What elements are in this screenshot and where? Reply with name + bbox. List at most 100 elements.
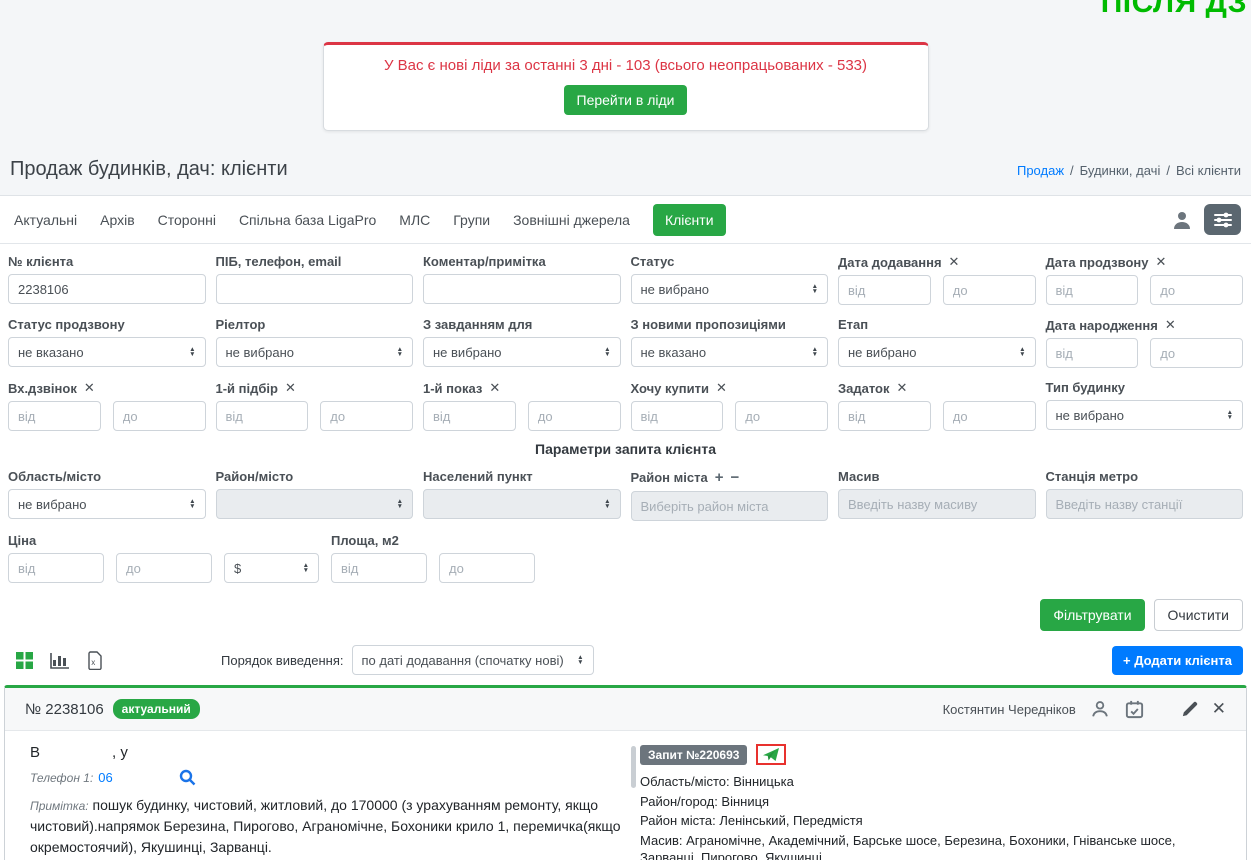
- incoming-call-from-input[interactable]: [8, 401, 101, 431]
- add-city-district-icon[interactable]: +: [715, 469, 724, 486]
- new-offers-select[interactable]: не вказано ▲ ▼: [630, 337, 828, 367]
- birth-date-from-input[interactable]: [1045, 338, 1139, 368]
- close-client-icon[interactable]: ✕: [1212, 699, 1226, 719]
- house-type-select[interactable]: не вибрано ▲ ▼: [1045, 400, 1243, 430]
- edit-client-icon[interactable]: [1180, 700, 1199, 719]
- telegram-send-icon[interactable]: [756, 744, 787, 765]
- agent-profile-icon[interactable]: [1089, 698, 1111, 720]
- clear-deposit-icon[interactable]: ✕: [897, 380, 908, 396]
- birth-date-to-input[interactable]: [1150, 338, 1243, 368]
- field-currency: $ ▲ ▼: [224, 553, 319, 583]
- breadcrumb-item-vsi-klienty: Всі клієнти: [1175, 163, 1241, 178]
- remove-city-district-icon[interactable]: −: [730, 469, 739, 486]
- price-label: Ціна: [8, 533, 37, 548]
- realtor-label: Ріелтор: [215, 317, 266, 332]
- first-showing-to-input[interactable]: [527, 401, 621, 431]
- client-info-column: В, у Телефон 1: 06 Примітка: пошук будин…: [30, 744, 636, 860]
- comment-input[interactable]: [423, 274, 621, 304]
- field-metro: Станція метро: [1045, 467, 1243, 521]
- first-showing-from-input[interactable]: [423, 401, 516, 431]
- field-birth-date: Дата народження ✕: [1045, 315, 1243, 368]
- area-label: Площа, м2: [331, 533, 399, 548]
- tab-bar: Актуальні Архів Сторонні Спільна база Li…: [0, 196, 1251, 244]
- clear-first-showing-icon[interactable]: ✕: [489, 380, 500, 396]
- tab-zovnishni-dzherela[interactable]: Зовнішні джерела: [513, 212, 630, 228]
- add-client-button[interactable]: + Додати клієнта: [1111, 645, 1243, 675]
- deposit-from-input[interactable]: [838, 401, 931, 431]
- clear-filters-button[interactable]: Очистити: [1153, 599, 1243, 631]
- region-city-label: Область/місто: [8, 469, 102, 484]
- clear-incoming-call-icon[interactable]: ✕: [84, 380, 95, 396]
- date-call-from-input[interactable]: [1045, 275, 1139, 305]
- tab-grupy[interactable]: Групи: [453, 212, 490, 228]
- field-comment: Коментар/примітка: [423, 252, 621, 305]
- want-buy-label: Хочу купити: [630, 380, 709, 396]
- task-for-select[interactable]: не вибрано ▲ ▼: [423, 337, 621, 367]
- chart-view-icon[interactable]: [50, 652, 70, 669]
- client-no-input[interactable]: [8, 274, 206, 304]
- clear-first-selection-icon[interactable]: ✕: [285, 380, 296, 396]
- field-date-call: Дата продзвону ✕: [1045, 252, 1243, 305]
- first-selection-to-input[interactable]: [320, 401, 413, 431]
- calendar-task-icon[interactable]: [1124, 699, 1145, 720]
- tab-klienty-active[interactable]: Клієнти: [652, 203, 726, 236]
- clear-want-buy-icon[interactable]: ✕: [716, 380, 727, 396]
- tab-arkhiv[interactable]: Архів: [100, 212, 135, 228]
- grid-view-icon[interactable]: [16, 651, 33, 669]
- tab-storonni[interactable]: Сторонні: [158, 212, 216, 228]
- stage-select[interactable]: не вибрано ▲ ▼: [838, 337, 1036, 367]
- request-number-badge: Запит №220693: [640, 744, 748, 765]
- phone-search-icon[interactable]: [179, 769, 196, 786]
- region-city-select[interactable]: не вибрано ▲ ▼: [8, 489, 206, 519]
- excel-export-icon[interactable]: x: [87, 650, 103, 670]
- field-settlement: Населений пункт ▲ ▼: [423, 467, 621, 521]
- area-to-input[interactable]: [439, 553, 535, 583]
- tab-mls[interactable]: МЛС: [399, 212, 430, 228]
- area-from-input[interactable]: [331, 553, 427, 583]
- price-to-input[interactable]: [116, 553, 212, 583]
- masiv-input: [838, 489, 1036, 519]
- select-caret-icon: ▲ ▼: [396, 345, 403, 358]
- birth-date-label: Дата народження: [1045, 317, 1158, 333]
- price-from-input[interactable]: [8, 553, 104, 583]
- date-added-to-input[interactable]: [942, 275, 1036, 305]
- deposit-to-input[interactable]: [942, 401, 1036, 431]
- status-select[interactable]: не вибрано ▲ ▼: [630, 274, 828, 304]
- date-added-label: Дата додавання: [838, 254, 942, 270]
- clear-birth-date-icon[interactable]: ✕: [1165, 317, 1176, 333]
- status-badge: актуальний: [112, 699, 200, 719]
- clear-date-added-icon[interactable]: ✕: [949, 254, 960, 270]
- want-buy-from-input[interactable]: [630, 401, 724, 431]
- field-masiv: Масив: [838, 467, 1036, 521]
- realtor-select[interactable]: не вибрано ▲ ▼: [215, 337, 413, 367]
- date-call-to-input[interactable]: [1150, 275, 1243, 305]
- date-added-from-input[interactable]: [838, 275, 931, 305]
- order-select[interactable]: по даті додавання (спочатку нові) ▲ ▼: [351, 645, 594, 675]
- go-to-leads-button[interactable]: Перейти в ліди: [563, 85, 688, 115]
- district-city-select: ▲ ▼: [215, 489, 413, 519]
- filter-button[interactable]: Фільтрувати: [1040, 599, 1145, 631]
- status-label: Статус: [630, 254, 675, 269]
- scrollbar-thumb[interactable]: [631, 746, 636, 788]
- tab-aktualni[interactable]: Актуальні: [14, 212, 77, 228]
- call-status-label: Статус продзвону: [8, 317, 125, 332]
- user-icon[interactable]: [1170, 208, 1194, 232]
- currency-select[interactable]: $ ▲ ▼: [224, 553, 319, 583]
- stage-label: Етап: [838, 317, 869, 332]
- clear-date-call-icon[interactable]: ✕: [1155, 254, 1166, 270]
- breadcrumb-link-prodazh[interactable]: Продаж: [1017, 163, 1064, 178]
- note-text: пошук будинку, чистовий, житловий, до 17…: [30, 797, 621, 855]
- filter-settings-button[interactable]: [1204, 204, 1241, 235]
- request-column: Запит №220693 Область/місто: Вінницька Р…: [630, 744, 1226, 860]
- want-buy-to-input[interactable]: [735, 401, 828, 431]
- incoming-call-to-input[interactable]: [112, 401, 206, 431]
- pib-input[interactable]: [215, 274, 413, 304]
- client-number: № 2238106: [25, 700, 104, 718]
- order-label: Порядок виведення:: [221, 652, 344, 668]
- tab-spilna-baza[interactable]: Спільна база LigaPro: [239, 212, 376, 228]
- client-card-header: № 2238106 актуальний Костянтин Чередніко…: [5, 688, 1246, 731]
- call-status-select[interactable]: не вказано ▲ ▼: [8, 337, 206, 367]
- phone-value: 06: [98, 770, 113, 785]
- first-selection-from-input[interactable]: [215, 401, 309, 431]
- field-status: Статус не вибрано ▲ ▼: [630, 252, 828, 305]
